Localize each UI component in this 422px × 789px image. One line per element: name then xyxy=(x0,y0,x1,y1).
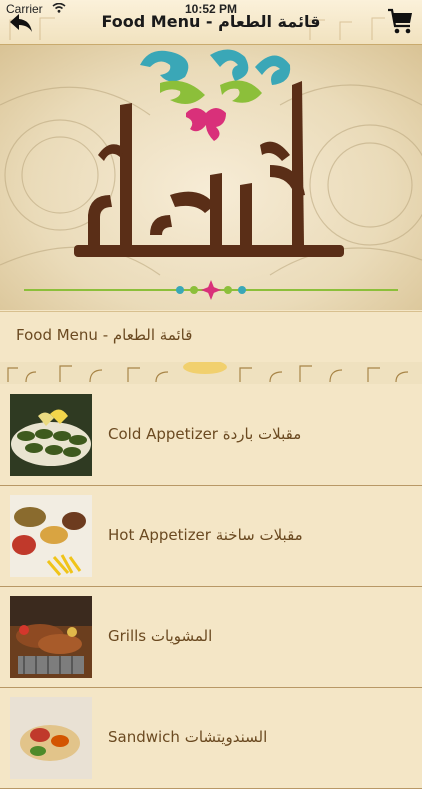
menu-item-cold-appetizer[interactable]: Cold Appetizer مقبلات باردة xyxy=(0,385,422,486)
cold-appetizer-image xyxy=(10,394,92,476)
back-arrow-icon[interactable] xyxy=(8,12,34,34)
menu-item-grills[interactable]: Grills المشويات xyxy=(0,587,422,688)
restaurant-logo xyxy=(0,49,422,300)
navigation-bar: Carrier 10:52 PM Food Menu - قائمة الطعا… xyxy=(0,0,422,45)
page-title: Food Menu - قائمة الطعام xyxy=(101,12,321,31)
grills-image xyxy=(10,596,92,678)
section-heading: Food Menu - قائمة الطعام xyxy=(0,311,422,362)
restaurant-banner xyxy=(0,45,422,310)
decorative-divider xyxy=(0,362,422,384)
menu-item-label: Cold Appetizer مقبلات باردة xyxy=(108,425,302,443)
menu-item-sandwich[interactable]: Sandwich السندويتشات xyxy=(0,688,422,789)
menu-item-label: Grills المشويات xyxy=(108,627,213,645)
menu-item-hot-appetizer[interactable]: Hot Appetizer مقبلات ساخنة xyxy=(0,486,422,587)
menu-item-label: Hot Appetizer مقبلات ساخنة xyxy=(108,526,303,544)
menu-item-label: Sandwich السندويتشات xyxy=(108,728,268,746)
sandwich-image xyxy=(10,697,92,779)
divider-pattern xyxy=(0,362,422,384)
shopping-cart-icon[interactable] xyxy=(386,6,414,36)
section-heading-text: Food Menu - قائمة الطعام xyxy=(16,326,193,344)
hot-appetizer-image xyxy=(10,495,92,577)
menu-category-list: Cold Appetizer مقبلات باردة Hot Appetize… xyxy=(0,385,422,789)
